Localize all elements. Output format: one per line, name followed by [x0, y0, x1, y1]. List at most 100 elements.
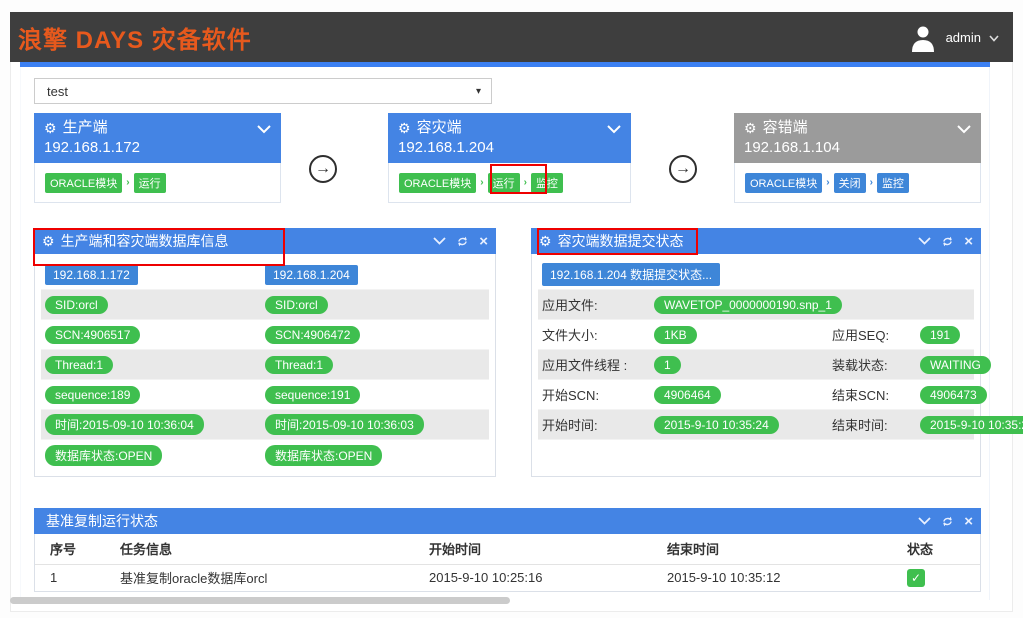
table-row: 1 基准复制oracle数据库orcl 2015-9-10 10:25:16 2…	[35, 564, 980, 591]
field-value-tag: 191	[920, 326, 960, 344]
status-tag: 运行	[134, 173, 166, 193]
module-tag: ORACLE模块	[45, 173, 122, 193]
collapse-icon[interactable]	[433, 237, 446, 245]
col-end: 结束时间	[655, 534, 897, 564]
cogs-icon: ⚙	[398, 121, 411, 135]
time-tag: 时间:2015-09-10 10:36:03	[265, 414, 424, 435]
cell-status: ✓	[897, 564, 980, 591]
col-start: 开始时间	[417, 534, 655, 564]
arrow-right-glyph: →	[675, 161, 691, 177]
user-menu[interactable]: admin	[908, 22, 999, 52]
db-info-row: Thread:1 Thread:1	[41, 350, 489, 380]
chevron-down-icon[interactable]	[607, 121, 621, 139]
sequence-tag: sequence:191	[265, 386, 360, 404]
baseline-widget: 基准复制运行状态 × 序号 任务信息 开始时间 结束时间	[34, 508, 981, 592]
select-caret-icon: ▾	[476, 86, 481, 97]
cell-end: 2015-9-10 10:35:12	[655, 564, 897, 591]
chevron-down-icon[interactable]	[257, 121, 271, 139]
commit-row: 开始时间: 2015-9-10 10:35:24 结束时间: 2015-9-10…	[538, 410, 974, 440]
db-state-tag: 数据库状态:OPEN	[265, 445, 382, 466]
refresh-icon[interactable]	[456, 235, 469, 248]
field-value-tag: WAITING	[920, 356, 991, 374]
chevron-separator-icon	[480, 178, 483, 188]
collapse-icon[interactable]	[918, 517, 931, 525]
db-info-widget-body: 192.168.1.172 192.168.1.204 SID:orcl SID…	[34, 254, 496, 477]
field-label: 装载状态:	[832, 355, 920, 374]
cogs-icon: ⚙	[42, 234, 55, 248]
commit-status-widget-header: ⚙ 容灾端数据提交状态 ×	[531, 228, 981, 254]
node-header-production[interactable]: ⚙生产端 192.168.1.172	[34, 113, 281, 163]
sid-tag: SID:orcl	[45, 296, 108, 314]
node-header-fault-tolerance[interactable]: ⚙容错端 192.168.1.104	[734, 113, 981, 163]
commit-row-empty	[538, 440, 974, 470]
db-info-row: sequence:189 sequence:191	[41, 380, 489, 410]
node-panel-recovery: ⚙ 容灾端 192.168.1.204 ORACLE模块 运行 监控	[388, 113, 631, 203]
success-check-icon: ✓	[907, 569, 925, 587]
node-header-recovery[interactable]: ⚙ 容灾端 192.168.1.204	[388, 113, 631, 163]
flow-arrow-icon: →	[309, 155, 337, 183]
commit-status-widget: ⚙ 容灾端数据提交状态 × 192.168.1.204 数据提交状态... 应用…	[531, 228, 981, 477]
db-info-row: 时间:2015-09-10 10:36:04 时间:2015-09-10 10:…	[41, 410, 489, 440]
node-role: 容灾端	[417, 118, 462, 138]
node-ip: 192.168.1.204	[398, 138, 621, 157]
chevron-separator-icon	[126, 178, 129, 188]
sequence-tag: sequence:189	[45, 386, 140, 404]
cogs-icon: ⚙	[44, 121, 57, 135]
db-info-row: 192.168.1.172 192.168.1.204	[41, 260, 489, 290]
collapse-icon[interactable]	[918, 237, 931, 245]
commit-header-tag: 192.168.1.204 数据提交状态...	[542, 263, 720, 286]
caret-down-icon	[989, 35, 999, 42]
monitor-tag: 监控	[531, 173, 563, 193]
ip-tag: 192.168.1.204	[265, 265, 358, 285]
user-avatar-icon	[908, 22, 938, 52]
close-icon[interactable]: ×	[479, 234, 488, 249]
field-label: 应用文件线程 :	[542, 355, 654, 374]
field-label: 应用文件:	[542, 295, 654, 314]
col-task: 任务信息	[105, 534, 417, 564]
cell-task: 基准复制oracle数据库orcl	[105, 564, 417, 591]
node-status-bar: ORACLE模块 关闭 监控	[734, 163, 981, 203]
baseline-table: 序号 任务信息 开始时间 结束时间 状态 1 基准复制oracle数据库orcl…	[35, 534, 980, 591]
cell-start: 2015-9-10 10:25:16	[417, 564, 655, 591]
chevron-separator-icon	[524, 178, 527, 188]
field-label: 结束时间:	[832, 415, 920, 434]
module-tag: ORACLE模块	[745, 173, 822, 193]
field-label: 结束SCN:	[832, 385, 920, 404]
db-info-row: 数据库状态:OPEN 数据库状态:OPEN	[41, 440, 489, 470]
close-icon[interactable]: ×	[964, 514, 973, 529]
node-status-bar: ORACLE模块 运行 监控	[388, 163, 631, 203]
flow-arrow-icon: →	[669, 155, 697, 183]
ip-tag: 192.168.1.172	[45, 265, 138, 285]
db-info-widget: ⚙ 生产端和容灾端数据库信息 × 192.168.1.172 192.168.1…	[34, 228, 496, 477]
module-tag: ORACLE模块	[399, 173, 476, 193]
close-icon[interactable]: ×	[964, 234, 973, 249]
node-status-bar: ORACLE模块 运行	[34, 163, 281, 203]
commit-row: 开始SCN: 4906464 结束SCN: 4906473	[538, 380, 974, 410]
node-role: 容错端	[763, 118, 808, 138]
thread-tag: Thread:1	[45, 356, 113, 374]
monitor-tag: 监控	[877, 173, 909, 193]
baseline-widget-body: 序号 任务信息 开始时间 结束时间 状态 1 基准复制oracle数据库orcl…	[34, 534, 981, 592]
cogs-icon: ⚙	[539, 234, 552, 248]
sid-tag: SID:orcl	[265, 296, 328, 314]
scenario-select[interactable]: test ▾	[34, 78, 492, 104]
col-status: 状态	[897, 534, 980, 564]
refresh-icon[interactable]	[941, 235, 954, 248]
db-info-row: SID:orcl SID:orcl	[41, 290, 489, 320]
horizontal-scrollbar-thumb[interactable]	[10, 597, 510, 604]
commit-row: 文件大小: 1KB 应用SEQ: 191	[538, 320, 974, 350]
status-tag: 运行	[488, 173, 520, 193]
field-value-tag: 4906464	[654, 386, 721, 404]
node-panel-production: ⚙生产端 192.168.1.172 ORACLE模块 运行	[34, 113, 281, 203]
field-label: 文件大小:	[542, 325, 654, 344]
commit-row: 应用文件线程 : 1 装载状态: WAITING	[538, 350, 974, 380]
scenario-select-value: test	[47, 84, 68, 99]
arrow-right-glyph: →	[315, 161, 331, 177]
chevron-down-icon[interactable]	[957, 121, 971, 139]
field-label: 应用SEQ:	[832, 325, 920, 344]
app-title: 浪擎 DAYS 灾备软件	[18, 20, 252, 55]
status-tag: 关闭	[834, 173, 866, 193]
field-value-tag: 1KB	[654, 326, 697, 344]
refresh-icon[interactable]	[941, 515, 954, 528]
db-state-tag: 数据库状态:OPEN	[45, 445, 162, 466]
